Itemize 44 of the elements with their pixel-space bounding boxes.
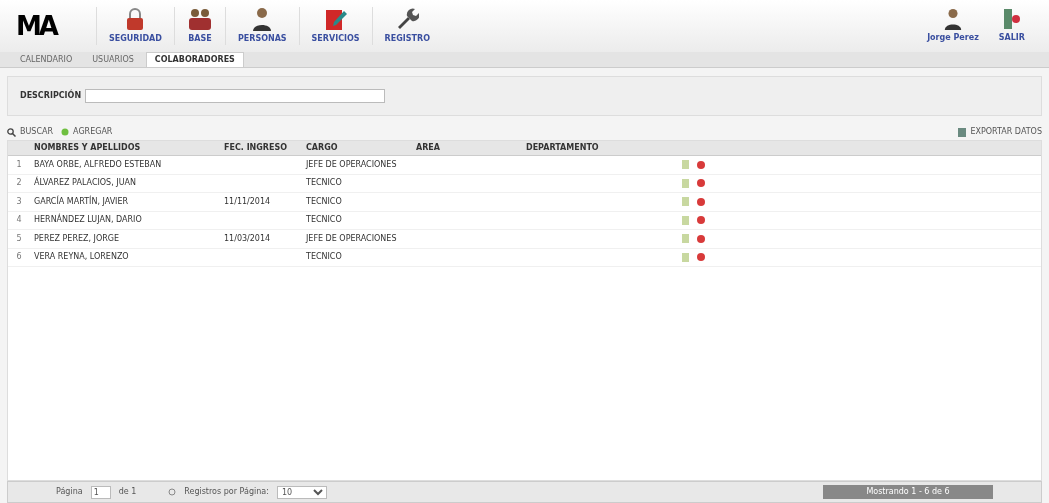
table-cell-text: TECNICO bbox=[305, 214, 343, 227]
table-cell-text: TECNICO bbox=[305, 251, 343, 264]
table-cell-text: TECNICO bbox=[305, 177, 343, 190]
table-cell-text: ÁLVAREZ PALACIOS, JUAN bbox=[33, 177, 137, 190]
row-number: 5 bbox=[15, 232, 23, 245]
per-page-select[interactable]: 10 bbox=[276, 485, 327, 499]
menu-item[interactable]: SERVICIOS bbox=[298, 7, 372, 45]
table-cell-text: 11/03/2014 bbox=[223, 232, 272, 245]
row-number: 6 bbox=[15, 251, 23, 264]
table-cell-text: VERA REYNA, LORENZO bbox=[33, 251, 130, 264]
table-cell-text: 11/11/2014 bbox=[223, 195, 272, 208]
table-cell-text: PEREZ PEREZ, JORGE bbox=[33, 232, 121, 245]
menu-item[interactable]: SEGURIDAD bbox=[96, 7, 174, 45]
search-button[interactable]: BUSCAR bbox=[7, 126, 54, 138]
table-cell-text: BAYA ORBE, ALFREDO ESTEBAN bbox=[33, 158, 163, 171]
table-cell-text: JEFE DE OPERACIONES bbox=[304, 158, 398, 171]
row-number: 3 bbox=[15, 195, 23, 208]
table-cell-text: HERNÁNDEZ LUJAN, DARIO bbox=[33, 214, 143, 227]
pager-label: Página bbox=[56, 486, 83, 498]
row-number: 2 bbox=[15, 177, 23, 190]
record-summary: Mostrando 1 - 6 de 6 bbox=[823, 485, 993, 499]
table-cell-text: TECNICO bbox=[305, 195, 343, 208]
menu-item[interactable]: REGISTRO bbox=[371, 7, 442, 45]
row-number: 1 bbox=[15, 158, 23, 171]
logout-button[interactable]: SALIR bbox=[990, 8, 1033, 44]
per-page-label: Registros por Página: bbox=[184, 486, 269, 498]
tab[interactable]: COLABORADORES bbox=[145, 52, 244, 67]
menu-item[interactable]: PERSONAS bbox=[224, 7, 299, 45]
column-header: AREA bbox=[415, 142, 441, 154]
add-button[interactable]: AGREGAR bbox=[61, 126, 113, 138]
row-number: 4 bbox=[15, 214, 23, 227]
field-label: DESCRIPCIÓN bbox=[20, 90, 82, 102]
column-header: CARGO bbox=[305, 142, 339, 154]
page-field[interactable]: 1 bbox=[90, 485, 111, 499]
menu-item[interactable]: BASE bbox=[173, 7, 225, 45]
column-header: FEC. INGRESO bbox=[223, 142, 289, 154]
export-button[interactable]: EXPORTAR DATOS bbox=[958, 126, 1042, 138]
table-cell-text: JEFE DE OPERACIONES bbox=[304, 232, 398, 245]
table-cell-text: GARCÍA MARTÍN, JAVIER bbox=[33, 195, 130, 208]
column-header: DEPARTAMENTO bbox=[525, 142, 600, 154]
user-menu[interactable]: Jorge Perez bbox=[915, 8, 991, 44]
pager-total: de 1 bbox=[118, 486, 137, 498]
column-header: NOMBRES Y APELLIDOS bbox=[33, 142, 142, 154]
logo: MA bbox=[16, 9, 56, 43]
